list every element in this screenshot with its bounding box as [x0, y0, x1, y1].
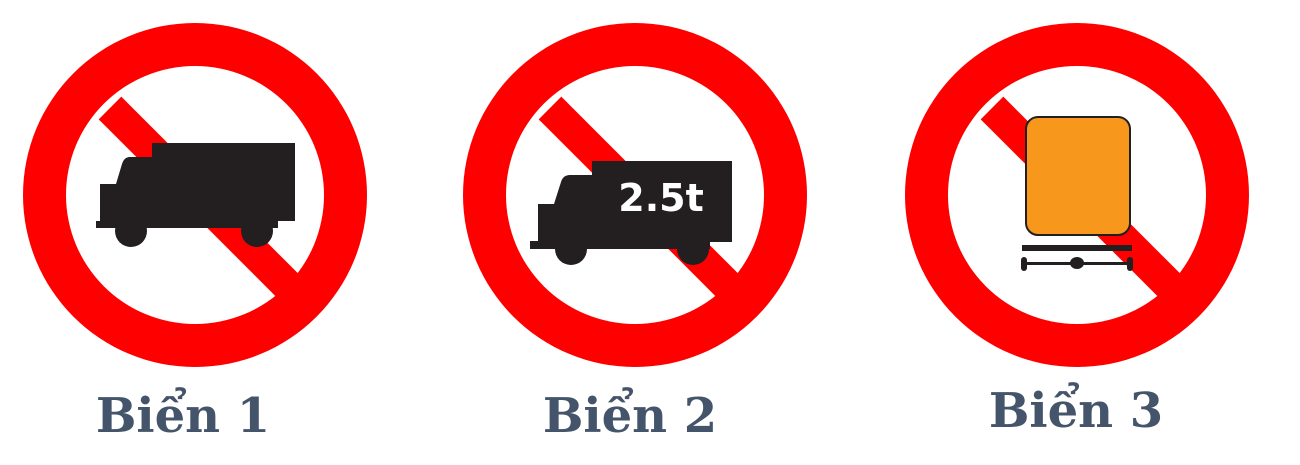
sign-caption-3: Biển 3 — [988, 383, 1164, 439]
weight-limit-label: 2.5t — [618, 176, 703, 220]
no-trailers-icon — [905, 23, 1249, 367]
no-trucks-icon — [23, 23, 367, 367]
no-trucks-over-weight-icon: 2.5t — [463, 23, 807, 367]
sign-3 — [904, 22, 1250, 368]
sign-caption-1: Biển 1 — [95, 388, 271, 444]
sign-1 — [22, 22, 368, 368]
sign-2: 2.5t — [462, 22, 808, 368]
sign-caption-2: Biển 2 — [542, 388, 718, 444]
